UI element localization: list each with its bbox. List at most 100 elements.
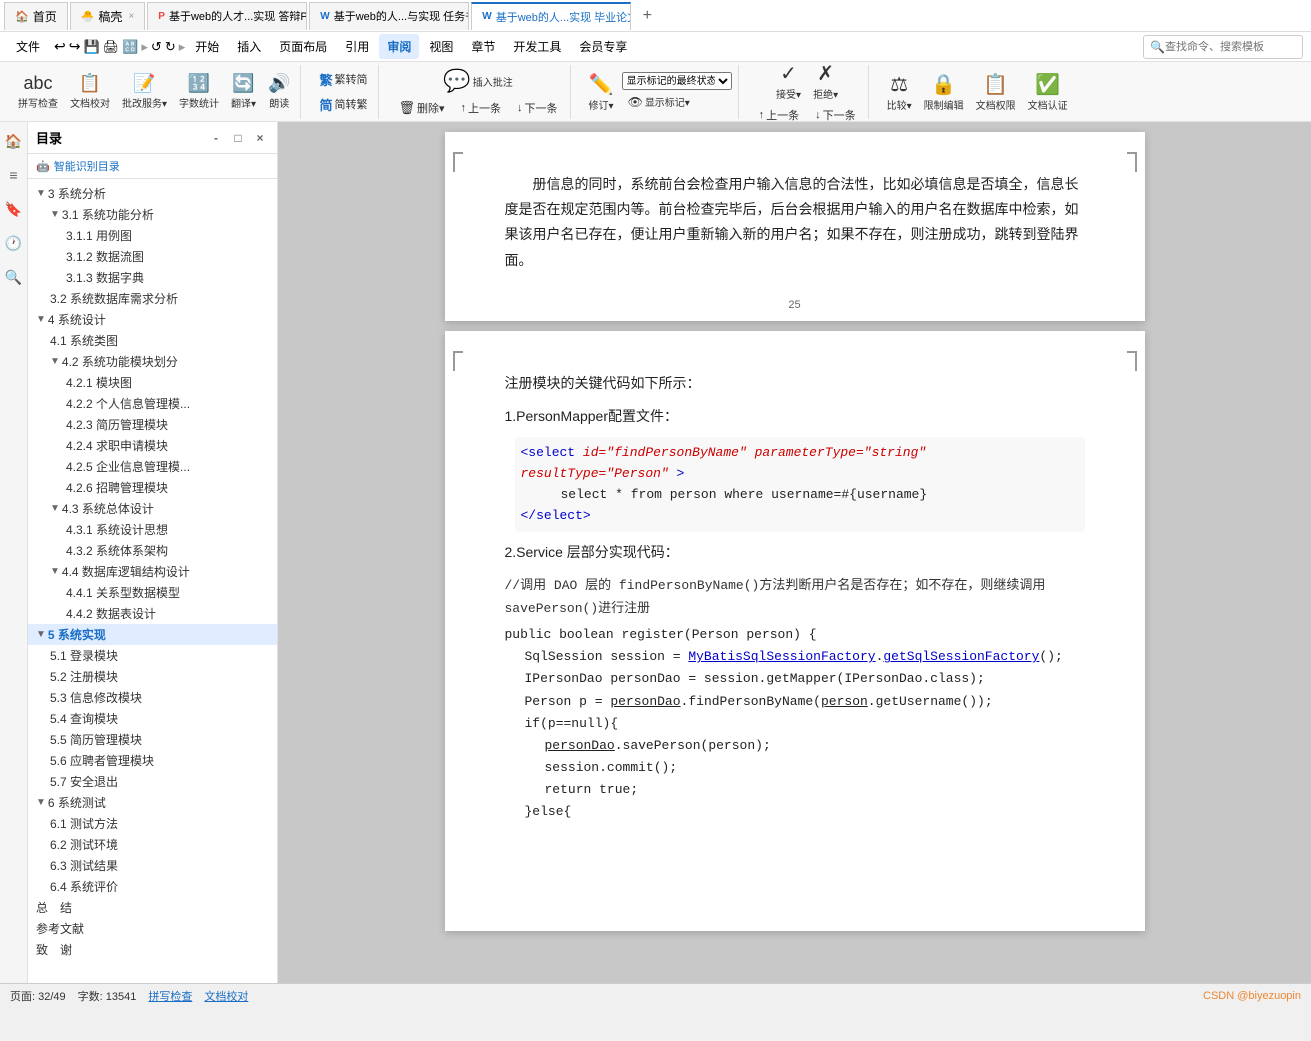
tab-draft[interactable]: 🐣 稿壳 × (70, 2, 146, 30)
simp-to-trad-button[interactable]: 简 简转繁 (313, 93, 373, 116)
toc-item-11[interactable]: 4.2.3 简历管理模块 (28, 414, 277, 435)
insert-comment-icon: 💬 (443, 68, 470, 94)
toc-item-20[interactable]: 4.4.2 数据表设计 (28, 603, 277, 624)
trad-to-simp-button[interactable]: 繁 繁转简 (313, 68, 373, 91)
toc-item-35[interactable]: 参考文献 (28, 918, 277, 939)
toc-item-10[interactable]: 4.2.2 个人信息管理模... (28, 393, 277, 414)
toc-item-24[interactable]: 5.3 信息修改模块 (28, 687, 277, 708)
show-markup-button[interactable]: 👁 显示标记▾ (622, 92, 732, 111)
delete-comment-button[interactable]: 🗑 删除▾ (393, 98, 451, 118)
toc-collapse-btn[interactable]: □ (229, 129, 247, 147)
menu-dev[interactable]: 开发工具 (505, 34, 569, 59)
menu-view[interactable]: 视图 (421, 34, 461, 59)
spell-check-status[interactable]: 拼写检查 (148, 988, 192, 1004)
translate-button[interactable]: 🔄 翻译▾ (227, 71, 260, 112)
doc-compare-button[interactable]: 📋 文档校对 (66, 71, 114, 112)
undo2-icon[interactable]: ↺ (151, 39, 162, 55)
sidebar-icon-home[interactable]: 🏠 (3, 130, 25, 152)
toc-item-19[interactable]: 4.4.1 关系型数据模型 (28, 582, 277, 603)
prev-comment-button[interactable]: ↑ 上一条 (455, 98, 508, 118)
format-icon[interactable]: 🔠 (122, 39, 138, 55)
toc-item-0[interactable]: ▼ 3 系统分析 (28, 183, 277, 204)
tab-task-book[interactable]: W 基于web的人...与实现 任务书 × (309, 2, 469, 30)
toc-item-32[interactable]: 6.3 测试结果 (28, 855, 277, 876)
toc-item-15[interactable]: ▼ 4.3 系统总体设计 (28, 498, 277, 519)
toc-smart[interactable]: 🤖 智能识别目录 (28, 154, 277, 179)
spell-check-button[interactable]: abc 拼写检查 (14, 71, 62, 112)
prev-change-button[interactable]: ↑ 上一条 (753, 105, 806, 123)
redo-icon[interactable]: ↪ (69, 38, 81, 55)
word-count-button[interactable]: 🔢 字数统计 (175, 71, 223, 112)
toc-item-1[interactable]: ▼ 3.1 系统功能分析 (28, 204, 277, 225)
toc-item-7[interactable]: 4.1 系统类图 (28, 330, 277, 351)
toc-item-26[interactable]: 5.5 简历管理模块 (28, 729, 277, 750)
toc-label-32: 6.3 测试结果 (50, 857, 118, 874)
print-icon[interactable]: 🖨 (103, 39, 120, 55)
toc-item-21[interactable]: ▼ 5 系统实现 (28, 624, 277, 645)
toc-item-8[interactable]: ▼ 4.2 系统功能模块划分 (28, 351, 277, 372)
next-change-button[interactable]: ↓ 下一条 (809, 105, 862, 123)
redo2-icon[interactable]: ↻ (165, 39, 176, 55)
toc-item-4[interactable]: 3.1.3 数据字典 (28, 267, 277, 288)
toc-expand-btn[interactable]: - (207, 129, 225, 147)
menu-review[interactable]: 审阅 (379, 34, 419, 59)
toc-item-34[interactable]: 总 结 (28, 897, 277, 918)
toc-item-9[interactable]: 4.2.1 模块图 (28, 372, 277, 393)
sidebar-icon-toc[interactable]: ≡ (3, 164, 25, 186)
toc-item-28[interactable]: 5.7 安全退出 (28, 771, 277, 792)
search-box[interactable]: 🔍 (1143, 35, 1303, 59)
toc-item-18[interactable]: ▼ 4.4 数据库逻辑结构设计 (28, 561, 277, 582)
search-input[interactable] (1165, 41, 1295, 53)
toc-item-29[interactable]: ▼ 6 系统测试 (28, 792, 277, 813)
restrict-button[interactable]: 🔒 限制编辑 (920, 70, 968, 114)
toc-item-16[interactable]: 4.3.1 系统设计思想 (28, 519, 277, 540)
menu-start[interactable]: 开始 (187, 34, 227, 59)
toc-item-27[interactable]: 5.6 应聘者管理模块 (28, 750, 277, 771)
menu-vip[interactable]: 会员专享 (571, 34, 635, 59)
doc-verify-status[interactable]: 文档校对 (204, 988, 248, 1004)
menu-layout[interactable]: 页面布局 (271, 34, 335, 59)
toc-item-25[interactable]: 5.4 查询模块 (28, 708, 277, 729)
sidebar-icon-history[interactable]: 🕐 (3, 232, 25, 254)
sidebar-icon-bookmark[interactable]: 🔖 (3, 198, 25, 220)
toc-item-2[interactable]: 3.1.1 用例图 (28, 225, 277, 246)
toc-item-31[interactable]: 6.2 测试环境 (28, 834, 277, 855)
toc-item-14[interactable]: 4.2.6 招聘管理模块 (28, 477, 277, 498)
toc-item-36[interactable]: 致 谢 (28, 939, 277, 960)
next-comment-button[interactable]: ↓ 下一条 (511, 98, 564, 118)
tab-defense-ppt[interactable]: P 基于web的人才...实现 答辩PPT × (147, 2, 307, 30)
read-aloud-button[interactable]: 🔊 朗读 (264, 71, 294, 112)
toc-item-23[interactable]: 5.2 注册模块 (28, 666, 277, 687)
compare-button[interactable]: ⚖ 比较▾ (883, 70, 916, 114)
insert-comment-button[interactable]: 💬 插入批注 (439, 66, 516, 96)
toc-item-6[interactable]: ▼ 4 系统设计 (28, 309, 277, 330)
toc-close-btn[interactable]: × (251, 129, 269, 147)
tab-home[interactable]: 🏠 首页 (4, 2, 68, 30)
toc-item-33[interactable]: 6.4 系统评价 (28, 876, 277, 897)
markup-state-dropdown[interactable]: 显示标记的最终状态 (622, 72, 732, 90)
undo-icon[interactable]: ↩ (54, 38, 66, 55)
modify-button[interactable]: ✏️ 修订▾ (585, 70, 618, 114)
toc-item-12[interactable]: 4.2.4 求职申请模块 (28, 435, 277, 456)
code-line-1: SqlSession session = MyBatisSqlSessionFa… (505, 646, 1085, 668)
doc-verify-button[interactable]: ✅ 文档认证 (1024, 70, 1072, 114)
toc-item-17[interactable]: 4.3.2 系统体系架构 (28, 540, 277, 561)
tab-draft-close[interactable]: × (128, 11, 134, 22)
sidebar-icon-search[interactable]: 🔍 (3, 266, 25, 288)
menu-chapter[interactable]: 章节 (463, 34, 503, 59)
batch-service-button[interactable]: 📝 批改服务▾ (118, 71, 171, 112)
reject-button[interactable]: ✗ 拒绝▾ (809, 62, 842, 103)
accept-button[interactable]: ✓ 接受▾ (772, 62, 805, 103)
toc-item-22[interactable]: 5.1 登录模块 (28, 645, 277, 666)
toc-item-30[interactable]: 6.1 测试方法 (28, 813, 277, 834)
doc-limit-button[interactable]: 📋 文档权限 (972, 70, 1020, 114)
menu-insert[interactable]: 插入 (229, 34, 269, 59)
menu-reference[interactable]: 引用 (337, 34, 377, 59)
new-tab-button[interactable]: + (633, 2, 661, 30)
toc-item-3[interactable]: 3.1.2 数据流图 (28, 246, 277, 267)
menu-file[interactable]: 文件 (8, 34, 48, 59)
toc-item-5[interactable]: 3.2 系统数据库需求分析 (28, 288, 277, 309)
tab-thesis[interactable]: W 基于web的人...实现 毕业论文 × (471, 2, 631, 30)
save-icon[interactable]: 💾 (83, 39, 99, 55)
toc-item-13[interactable]: 4.2.5 企业信息管理模... (28, 456, 277, 477)
